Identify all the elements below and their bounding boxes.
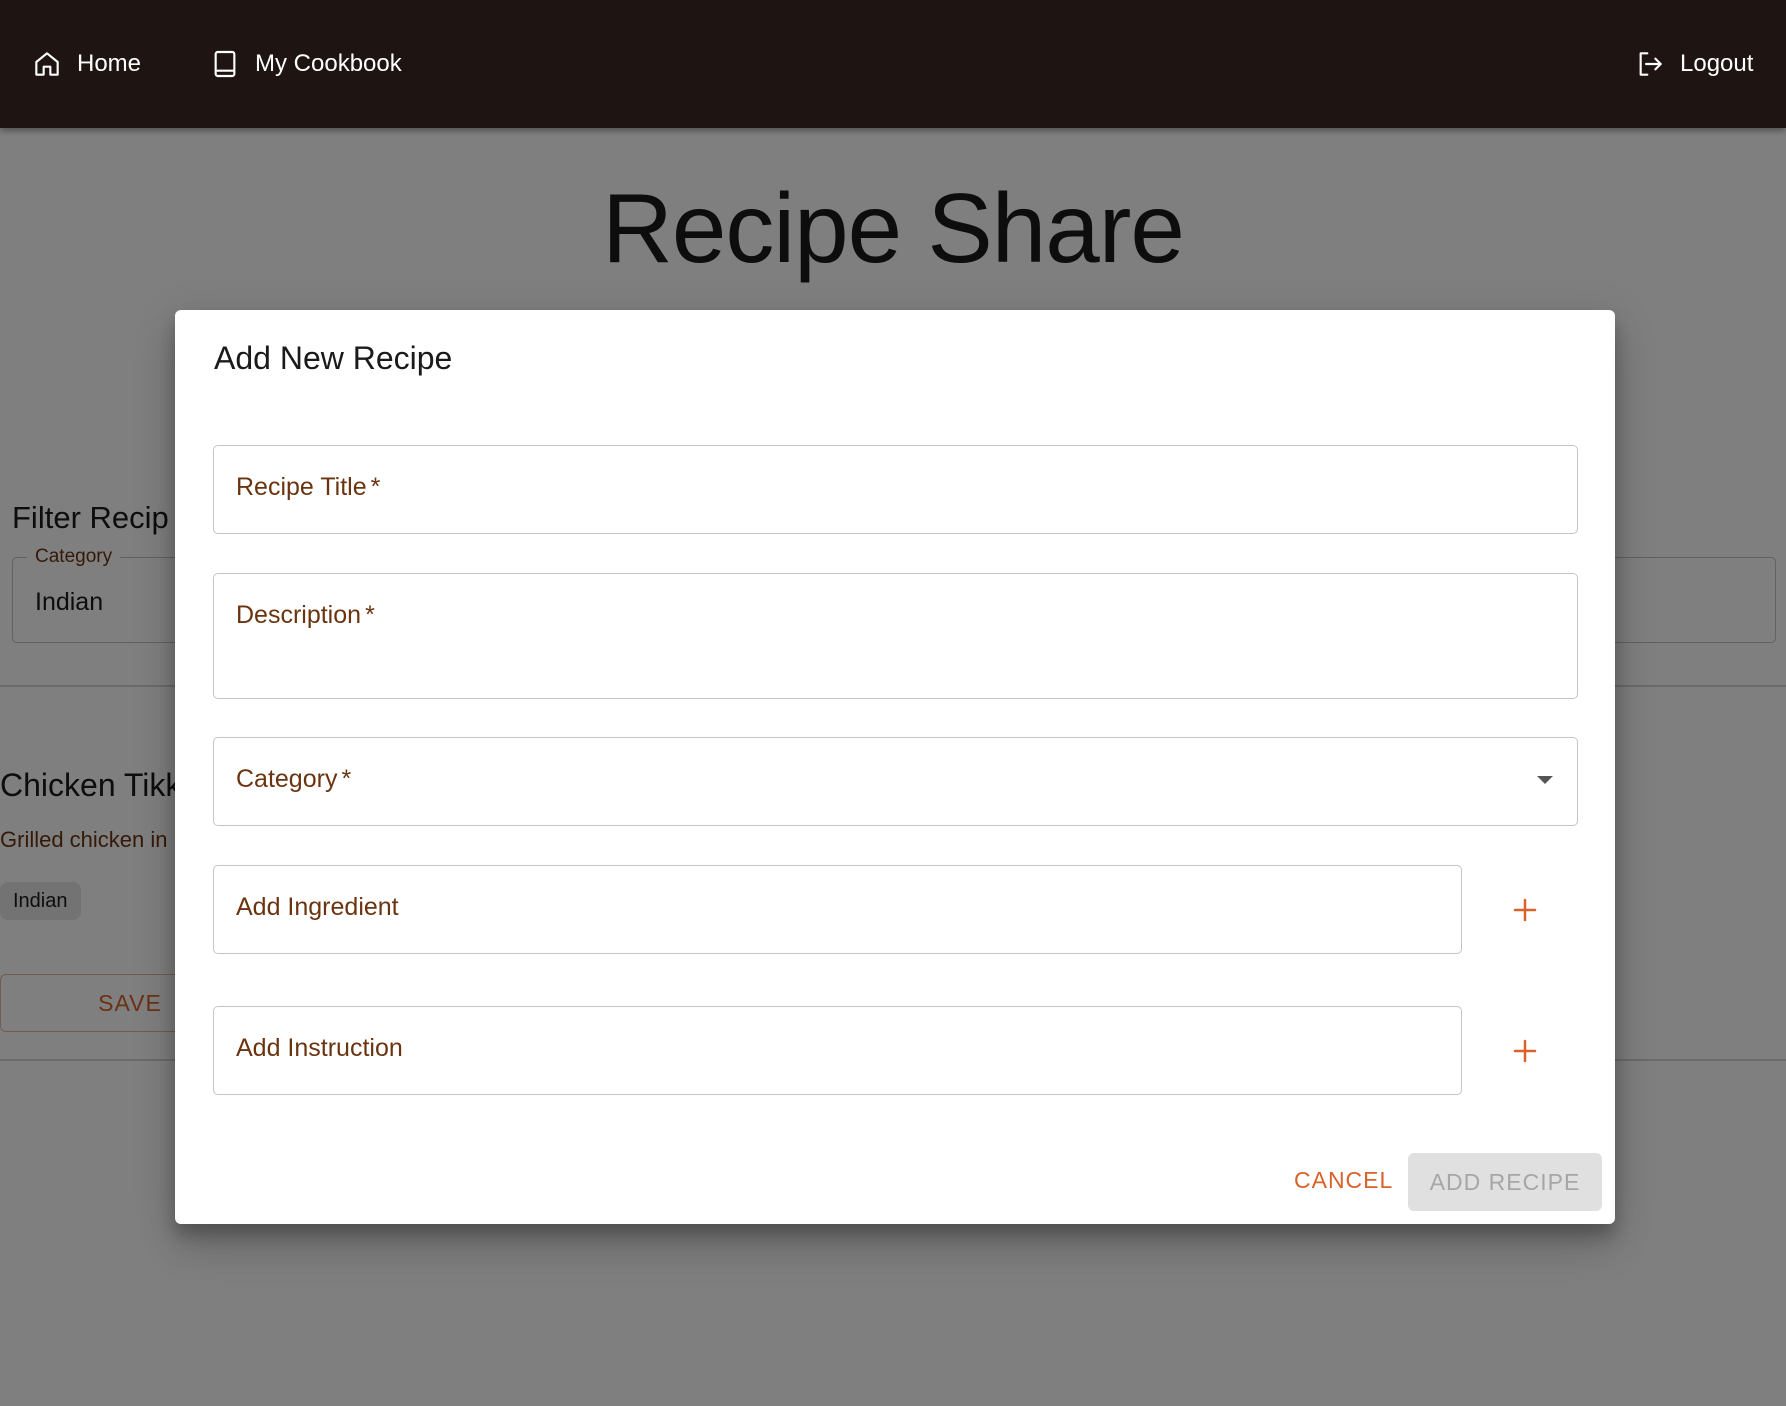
home-icon [31, 48, 63, 80]
nav-cookbook-button[interactable]: My Cookbook [209, 0, 402, 128]
ingredient-label: Add Ingredient [236, 893, 399, 921]
nav-home-label: Home [77, 50, 142, 77]
chevron-down-icon [1537, 776, 1553, 784]
category-select[interactable]: Category * [213, 737, 1578, 826]
description-field[interactable]: Description * [213, 573, 1578, 699]
dialog-title: Add New Recipe [214, 340, 453, 376]
instruction-field[interactable]: Add Instruction [213, 1006, 1462, 1095]
app-bar: Home My Cookbook Logout [0, 0, 1786, 128]
plus-icon [1513, 1039, 1537, 1063]
add-recipe-dialog: Add New Recipe Recipe Title * Description… [175, 310, 1615, 1224]
plus-icon [1513, 898, 1537, 922]
add-instruction-button[interactable] [1500, 1026, 1550, 1076]
recipe-title-label: Recipe Title * [236, 473, 381, 501]
category-label: Category * [236, 765, 352, 793]
book-icon [209, 48, 241, 80]
logout-icon [1634, 48, 1666, 80]
instruction-label: Add Instruction [236, 1034, 403, 1062]
cancel-button[interactable]: CANCEL [1282, 1151, 1405, 1209]
add-ingredient-button[interactable] [1500, 885, 1550, 935]
nav-logout-label: Logout [1680, 50, 1754, 77]
description-label: Description * [236, 601, 375, 629]
ingredient-field[interactable]: Add Ingredient [213, 865, 1462, 954]
recipe-title-field[interactable]: Recipe Title * [213, 445, 1578, 534]
add-recipe-button[interactable]: ADD RECIPE [1408, 1153, 1602, 1211]
nav-cookbook-label: My Cookbook [255, 50, 402, 77]
nav-logout-button[interactable]: Logout [1634, 0, 1753, 128]
nav-home-button[interactable]: Home [31, 0, 141, 128]
